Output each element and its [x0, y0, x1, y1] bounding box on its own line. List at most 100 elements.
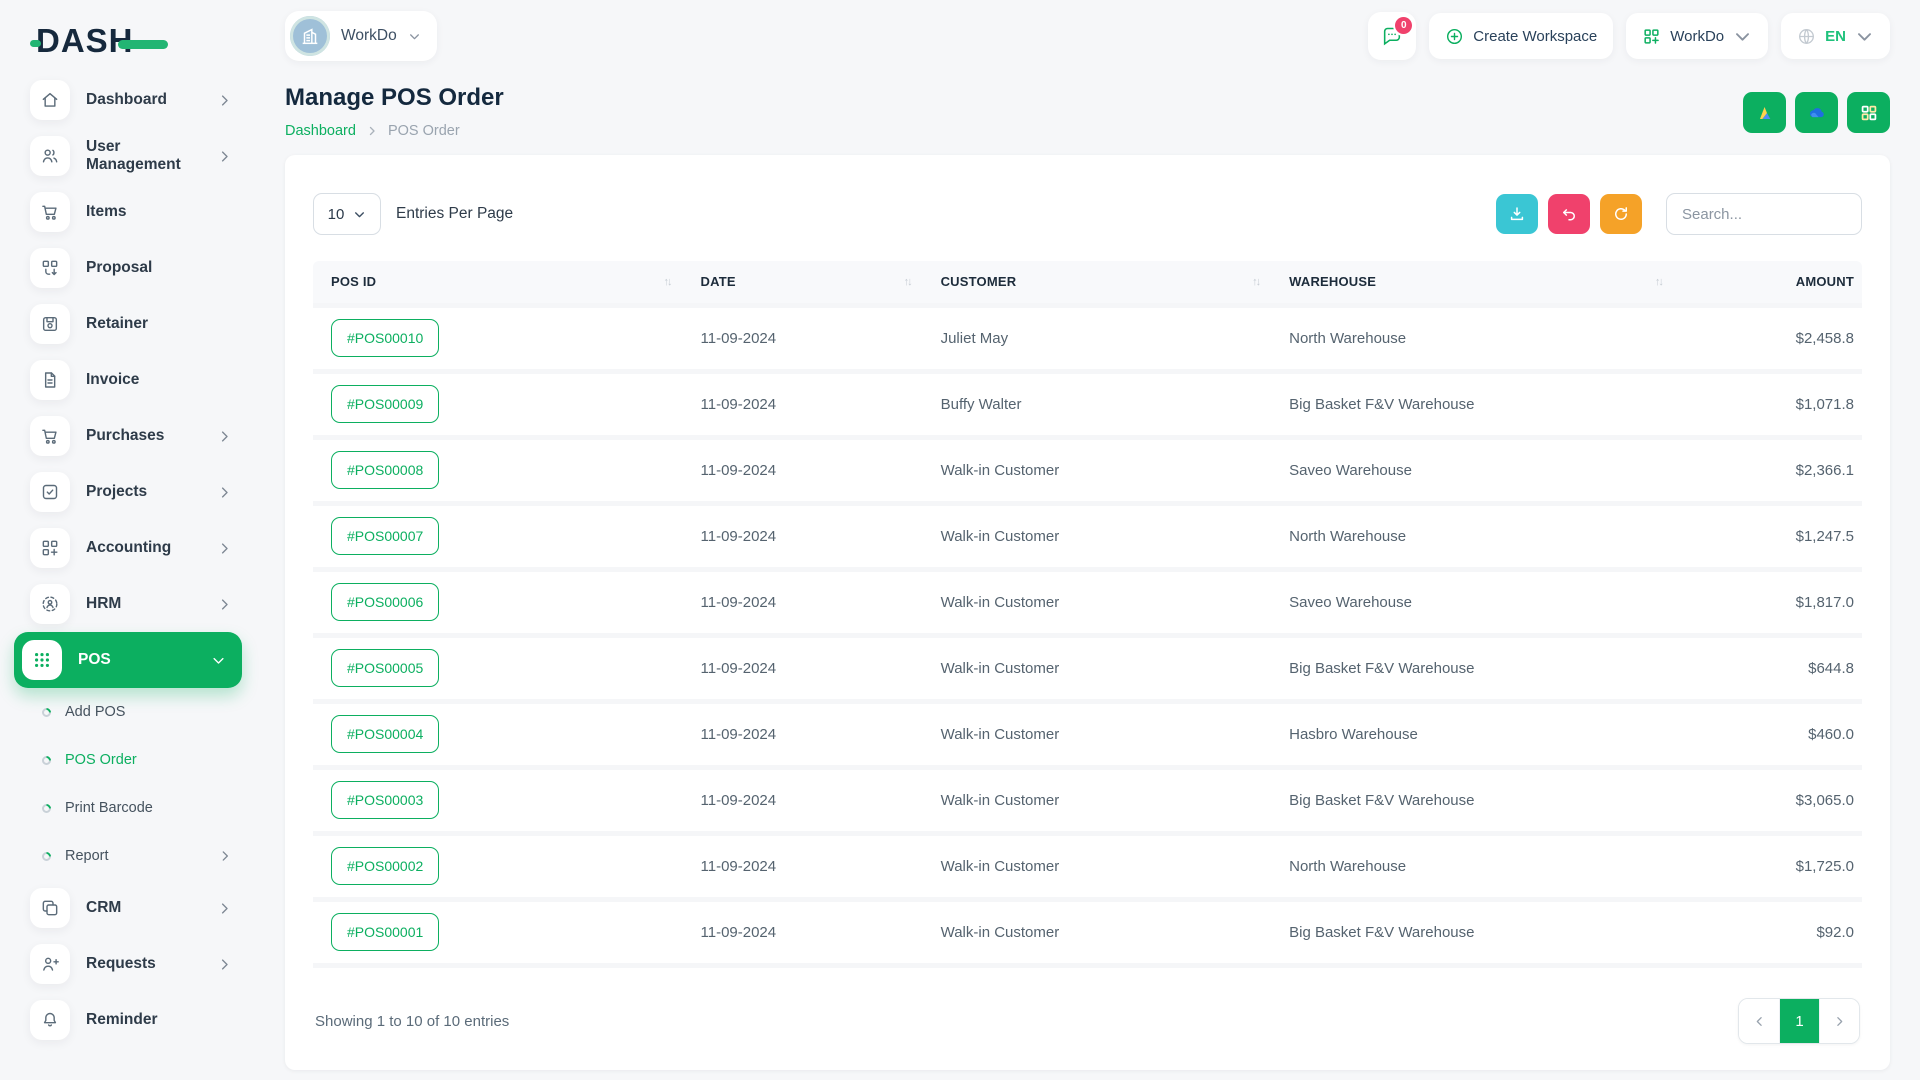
language-button[interactable]: EN [1781, 13, 1890, 59]
bell-icon [30, 1000, 70, 1040]
column-header-customer[interactable]: CUSTOMER↑↓ [933, 261, 1282, 305]
sidebar-item-projects[interactable]: Projects [0, 464, 256, 520]
date-cell: 11-09-2024 [693, 305, 933, 371]
date-cell: 11-09-2024 [693, 767, 933, 833]
crm-icon [30, 888, 70, 928]
sidebar-item-crm[interactable]: CRM [0, 880, 256, 936]
pos-id-badge[interactable]: #POS00003 [331, 781, 439, 819]
undo-icon [1560, 205, 1578, 223]
customer-cell: Walk-in Customer [933, 569, 1282, 635]
workspace-menu-label: WorkDo [1670, 28, 1724, 45]
sidebar-item-user-management[interactable]: User Management [0, 128, 256, 184]
pos-id-badge[interactable]: #POS00008 [331, 451, 439, 489]
dots-grid-icon [22, 640, 62, 680]
topbar-right: 0 Create Workspace WorkDo [1368, 12, 1890, 60]
sidebar-item-hrm[interactable]: HRM [0, 576, 256, 632]
pagination-next-button[interactable] [1819, 999, 1859, 1043]
sidebar-subitem-add-pos[interactable]: Add POS [0, 688, 256, 736]
amount-cell: $1,817.0 [1684, 569, 1862, 635]
sidebar: DASH DashboardUser Management Items Propos… [0, 0, 256, 1080]
grid-view-button[interactable] [1847, 92, 1890, 133]
column-header-warehouse[interactable]: WAREHOUSE↑↓ [1281, 261, 1684, 305]
export-button[interactable] [1496, 194, 1538, 234]
messages-button[interactable]: 0 [1368, 12, 1416, 60]
sidebar-item-requests[interactable]: Requests [0, 936, 256, 992]
onedrive-button[interactable] [1795, 92, 1838, 133]
brand-logo[interactable]: DASH [0, 10, 256, 72]
logo-dot-icon [30, 40, 41, 47]
breadcrumb-current: POS Order [388, 123, 460, 139]
amount-cell: $3,065.0 [1684, 767, 1862, 833]
create-workspace-button[interactable]: Create Workspace [1429, 13, 1613, 59]
date-cell: 11-09-2024 [693, 371, 933, 437]
pos-order-card: 10 Entries Per Page [285, 155, 1890, 1070]
pagination-prev-button[interactable] [1739, 999, 1779, 1043]
bullet-icon [40, 850, 53, 863]
customer-cell: Walk-in Customer [933, 767, 1282, 833]
grid-icon [1858, 102, 1880, 124]
chevron-down-icon [1733, 27, 1752, 46]
chevron-right-icon [218, 849, 232, 863]
pagination-page-1-button[interactable]: 1 [1779, 999, 1819, 1043]
amount-cell: $460.0 [1684, 701, 1862, 767]
sidebar-item-reminder[interactable]: Reminder [0, 992, 256, 1048]
sidebar-item-label: Requests [86, 955, 201, 973]
sidebar-item-items[interactable]: Items [0, 184, 256, 240]
pos-id-badge[interactable]: #POS00010 [331, 319, 439, 357]
breadcrumb-dashboard-link[interactable]: Dashboard [285, 123, 356, 139]
page-title: Manage POS Order [285, 84, 504, 112]
sidebar-item-label: Invoice [86, 371, 232, 389]
sidebar-item-label: Items [86, 203, 232, 221]
sidebar-item-label: POS [78, 651, 195, 669]
grid-plus-icon [30, 528, 70, 568]
messages-badge: 0 [1395, 17, 1412, 34]
pagination: 1 [1738, 998, 1860, 1044]
sidebar-item-accounting[interactable]: Accounting [0, 520, 256, 576]
sidebar-item-label: Purchases [86, 427, 201, 445]
workspace-menu-button[interactable]: WorkDo [1626, 13, 1768, 59]
refresh-button[interactable] [1600, 194, 1642, 234]
sidebar-item-purchases[interactable]: Purchases [0, 408, 256, 464]
sidebar-item-dashboard[interactable]: Dashboard [0, 72, 256, 128]
sidebar-item-retainer[interactable]: Retainer [0, 296, 256, 352]
pos-id-badge[interactable]: #POS00004 [331, 715, 439, 753]
pos-id-badge[interactable]: #POS00005 [331, 649, 439, 687]
table-row: #POS0000911-09-2024Buffy WalterBig Baske… [313, 371, 1862, 437]
date-cell: 11-09-2024 [693, 569, 933, 635]
search-input[interactable] [1666, 193, 1862, 235]
sidebar-subitem-report[interactable]: Report [0, 832, 256, 880]
column-header-amount[interactable]: AMOUNT [1684, 261, 1862, 305]
plus-circle-icon [1445, 27, 1464, 46]
users-icon [30, 136, 70, 176]
google-drive-button[interactable] [1743, 92, 1786, 133]
onedrive-icon [1806, 102, 1828, 124]
sidebar-item-label: Accounting [86, 539, 201, 557]
pos-id-badge[interactable]: #POS00007 [331, 517, 439, 555]
grid-plus-icon [1642, 27, 1661, 46]
workspace-selector[interactable]: WorkDo [285, 11, 437, 61]
pos-id-badge[interactable]: #POS00009 [331, 385, 439, 423]
table-row: #POS0000711-09-2024Walk-in CustomerNorth… [313, 503, 1862, 569]
date-cell: 11-09-2024 [693, 701, 933, 767]
amount-cell: $2,366.1 [1684, 437, 1862, 503]
column-header-pos-id[interactable]: POS ID↑↓ [313, 261, 693, 305]
column-label: POS ID [331, 274, 376, 289]
pos-id-badge[interactable]: #POS00002 [331, 847, 439, 885]
sidebar-subitem-pos-order[interactable]: POS Order [0, 736, 256, 784]
sidebar-item-pos[interactable]: POS [14, 632, 242, 688]
sidebar-subitem-label: Add POS [65, 704, 232, 720]
sidebar-item-invoice[interactable]: Invoice [0, 352, 256, 408]
column-header-date[interactable]: DATE↑↓ [693, 261, 933, 305]
entries-per-page-select[interactable]: 10 [313, 193, 381, 235]
entries-summary: Showing 1 to 10 of 10 entries [315, 1013, 509, 1030]
sidebar-item-proposal[interactable]: Proposal [0, 240, 256, 296]
table-row: #POS0000311-09-2024Walk-in CustomerBig B… [313, 767, 1862, 833]
warehouse-cell: Saveo Warehouse [1281, 569, 1684, 635]
hrm-icon [30, 584, 70, 624]
chevron-down-icon [408, 30, 421, 43]
sidebar-subitem-print-barcode[interactable]: Print Barcode [0, 784, 256, 832]
pos-id-badge[interactable]: #POS00006 [331, 583, 439, 621]
undo-button[interactable] [1548, 194, 1590, 234]
warehouse-cell: Hasbro Warehouse [1281, 701, 1684, 767]
pos-id-badge[interactable]: #POS00001 [331, 913, 439, 951]
